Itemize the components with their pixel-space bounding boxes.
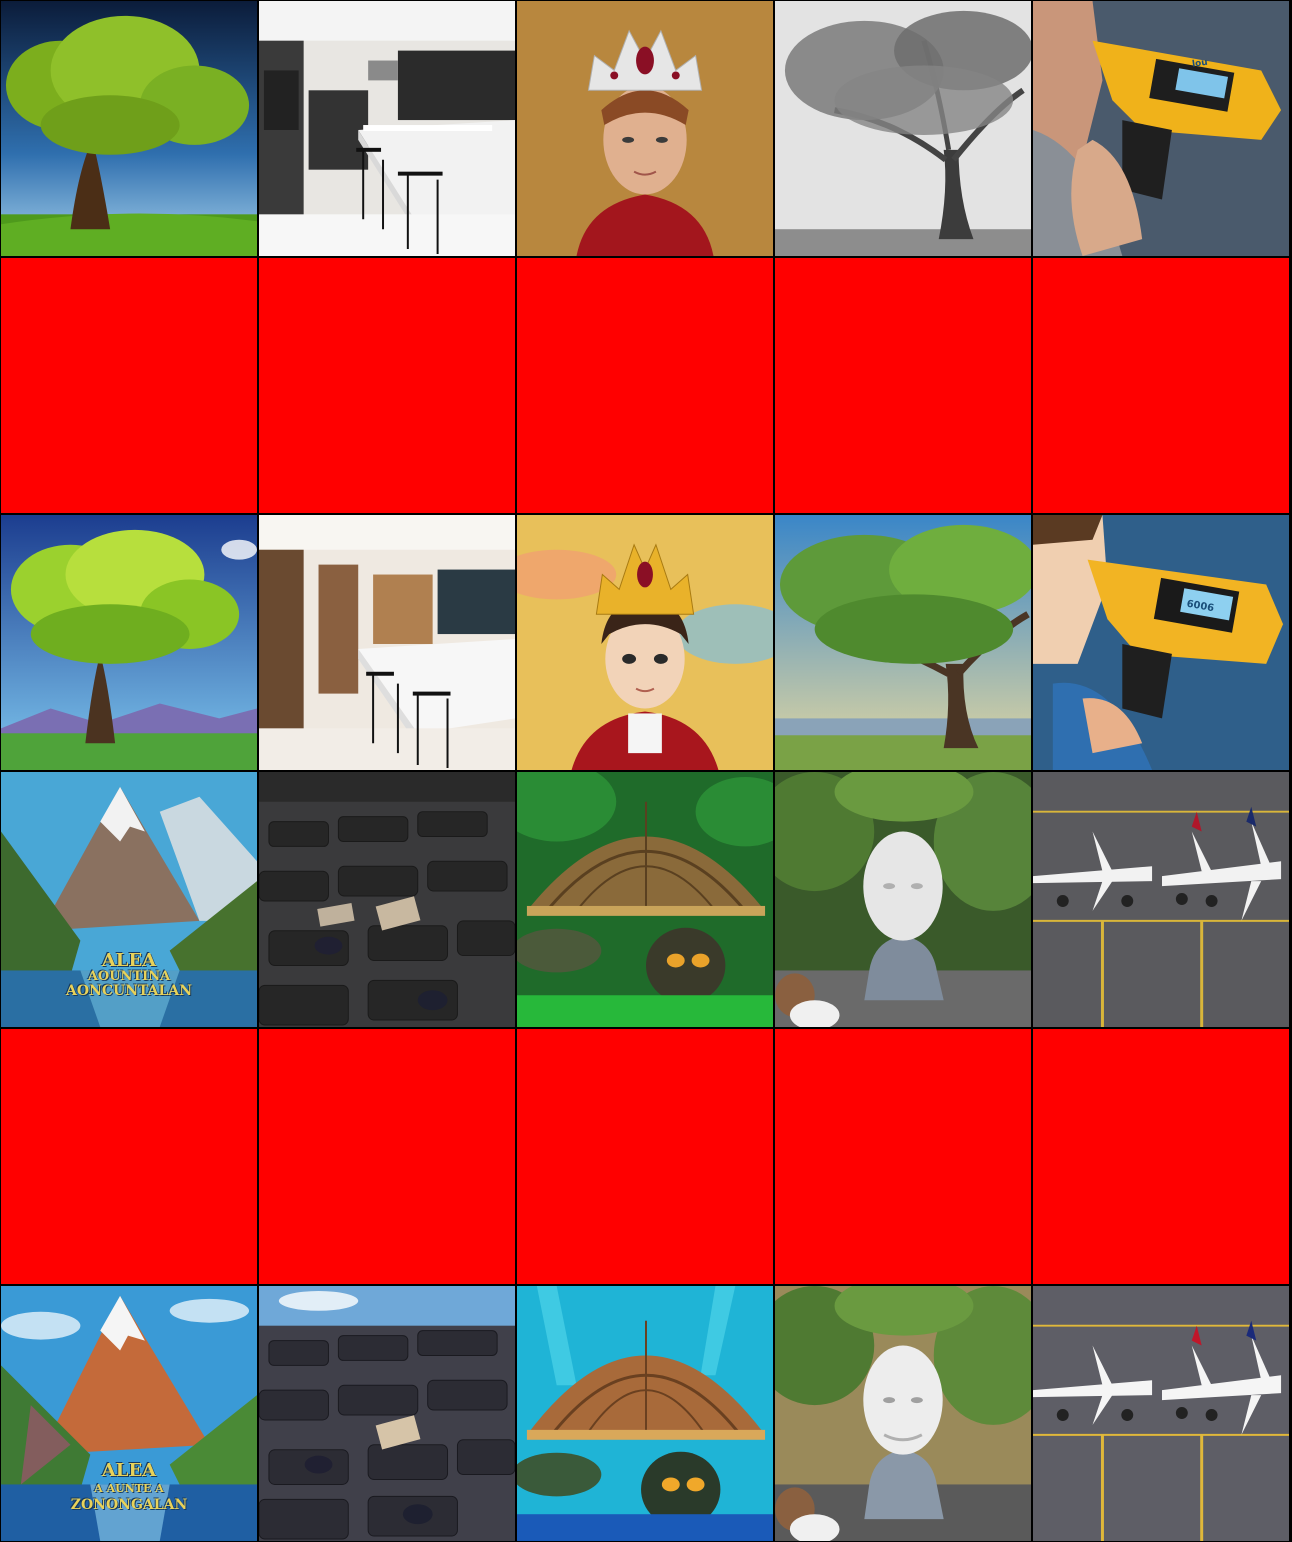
poster-title-line3: AONCUNTALAN	[65, 983, 193, 999]
bust-statue-photo	[774, 771, 1032, 1028]
kitchen-photo	[258, 0, 516, 257]
power-drill-anime: 6006	[1032, 514, 1290, 771]
crowned-woman-photo	[516, 0, 774, 257]
bw-oak-tree-photo	[774, 0, 1032, 257]
turtle-anime	[516, 1285, 774, 1542]
red-placeholder-tile	[774, 257, 1032, 514]
red-placeholder-tile	[0, 257, 258, 514]
crowned-girl-anime	[516, 514, 774, 771]
mountain-poster-anime: ALEA A AUNTE A ZONONGALAN	[0, 1285, 258, 1542]
mountain-poster-photo: ALEA AOUNTINA AONCUNTALAN	[0, 771, 258, 1028]
red-placeholder-tile	[1032, 1028, 1290, 1285]
tree-anime	[0, 514, 258, 771]
poster-title-line1: ALEA	[101, 950, 157, 971]
poster-title-line1: ALEA	[101, 1460, 157, 1481]
red-placeholder-tile	[1032, 257, 1290, 514]
bust-statue-anime	[774, 1285, 1032, 1542]
power-drill-photo: lou	[1032, 0, 1290, 257]
red-placeholder-tile	[0, 1028, 258, 1285]
red-placeholder-tile	[774, 1028, 1032, 1285]
turtle-photo	[516, 771, 774, 1028]
red-placeholder-tile	[516, 1028, 774, 1285]
tree-photo	[0, 0, 258, 257]
red-placeholder-tile	[516, 257, 774, 514]
drill-label-photo: lou	[1192, 58, 1209, 70]
kitchen-anime	[258, 514, 516, 771]
image-grid: lou 6006 ALEA AOUNTINA AONCUNTALAN ALEA …	[0, 0, 1292, 1542]
poster-title-line2: A AUNTE A	[94, 1482, 164, 1495]
lounge-seating-photo	[258, 771, 516, 1028]
poster-title-line2: AOUNTINA	[87, 969, 171, 984]
poster-title-line3: ZONONGALAN	[70, 1497, 188, 1513]
red-placeholder-tile	[258, 1028, 516, 1285]
jets-tarmac-anime	[1032, 1285, 1290, 1542]
lounge-seating-anime	[258, 1285, 516, 1542]
oak-tree-anime	[774, 514, 1032, 771]
red-placeholder-tile	[258, 257, 516, 514]
jets-tarmac-photo	[1032, 771, 1290, 1028]
